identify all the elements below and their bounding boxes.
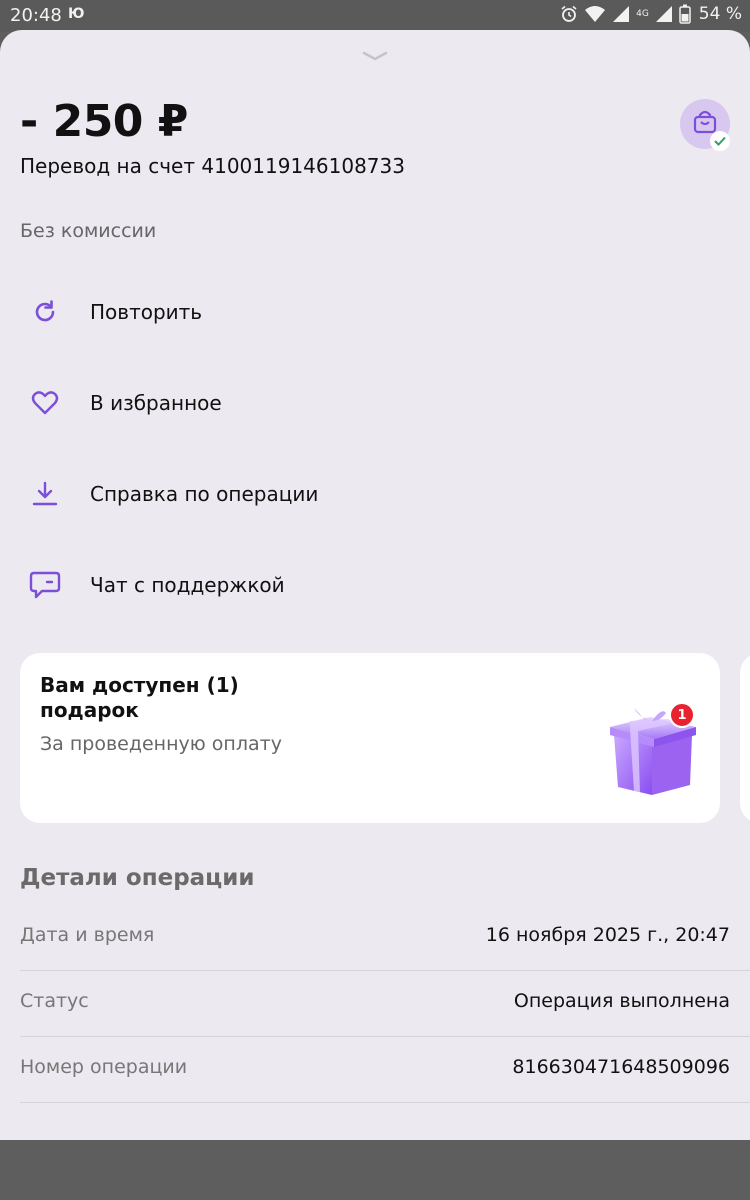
sheet-handle-chevron-down-icon[interactable]: [362, 46, 388, 65]
detail-label: Номер операции: [20, 1056, 188, 1078]
app-notification-icon: Ю: [68, 6, 85, 22]
detail-value: Операция выполнена: [513, 990, 730, 1012]
receipt-label: Справка по операции: [90, 482, 319, 506]
status-time: 20:48: [10, 5, 62, 26]
wifi-icon: [584, 5, 606, 23]
operation-sheet: - 250 ₽ Перевод на счет 4100119146108733…: [0, 30, 750, 1140]
support-chat-label: Чат с поддержкой: [90, 573, 285, 597]
download-icon: [20, 469, 70, 519]
favorites-label: В избранное: [90, 391, 222, 415]
add-to-favorites-button[interactable]: В избранное: [20, 373, 720, 433]
detail-value[interactable]: 816630471648509096: [512, 1056, 730, 1078]
network-type-label: 4G: [636, 9, 649, 19]
fee-note: Без комиссии: [20, 220, 157, 242]
gift-count-badge: 1: [669, 702, 695, 728]
repeat-label: Повторить: [90, 300, 203, 324]
status-bar: 20:48 Ю 4G 54 %: [0, 0, 750, 32]
repeat-button[interactable]: Повторить: [20, 282, 720, 342]
alarm-icon: [560, 5, 578, 23]
detail-label: Дата и время: [20, 924, 155, 946]
gift-card[interactable]: Вам доступен (1) подарок За проведенную …: [20, 653, 720, 823]
battery-icon: [679, 4, 691, 24]
repeat-icon: [20, 287, 70, 337]
support-chat-button[interactable]: Чат с поддержкой: [20, 555, 720, 615]
detail-row-datetime: Дата и время 16 ноября 2025 г., 20:47: [20, 904, 750, 971]
transaction-amount: - 250 ₽: [20, 96, 188, 147]
detail-row-status: Статус Операция выполнена: [20, 970, 750, 1037]
next-promo-card[interactable]: [740, 653, 750, 823]
gift-description: За проведенную оплату: [40, 733, 282, 755]
gift-title: Вам доступен (1) подарок: [40, 673, 239, 722]
signal-icon-2: [655, 5, 673, 23]
detail-value: 16 ноября 2025 г., 20:47: [485, 924, 730, 946]
status-icons: 4G 54 %: [560, 4, 742, 24]
signal-icon: [612, 5, 630, 23]
operation-receipt-button[interactable]: Справка по операции: [20, 464, 720, 524]
battery-percent: 54 %: [698, 4, 742, 24]
transaction-description: Перевод на счет 4100119146108733: [20, 154, 405, 178]
detail-row-operation-number: Номер операции 816630471648509096: [20, 1036, 750, 1103]
heart-icon: [20, 378, 70, 428]
navigation-bar: [0, 1140, 750, 1200]
details-section-title: Детали операции: [20, 865, 255, 891]
chat-icon: [20, 560, 70, 610]
detail-label: Статус: [20, 990, 89, 1012]
merchant-avatar: [680, 99, 730, 151]
success-check-icon: [710, 131, 730, 151]
